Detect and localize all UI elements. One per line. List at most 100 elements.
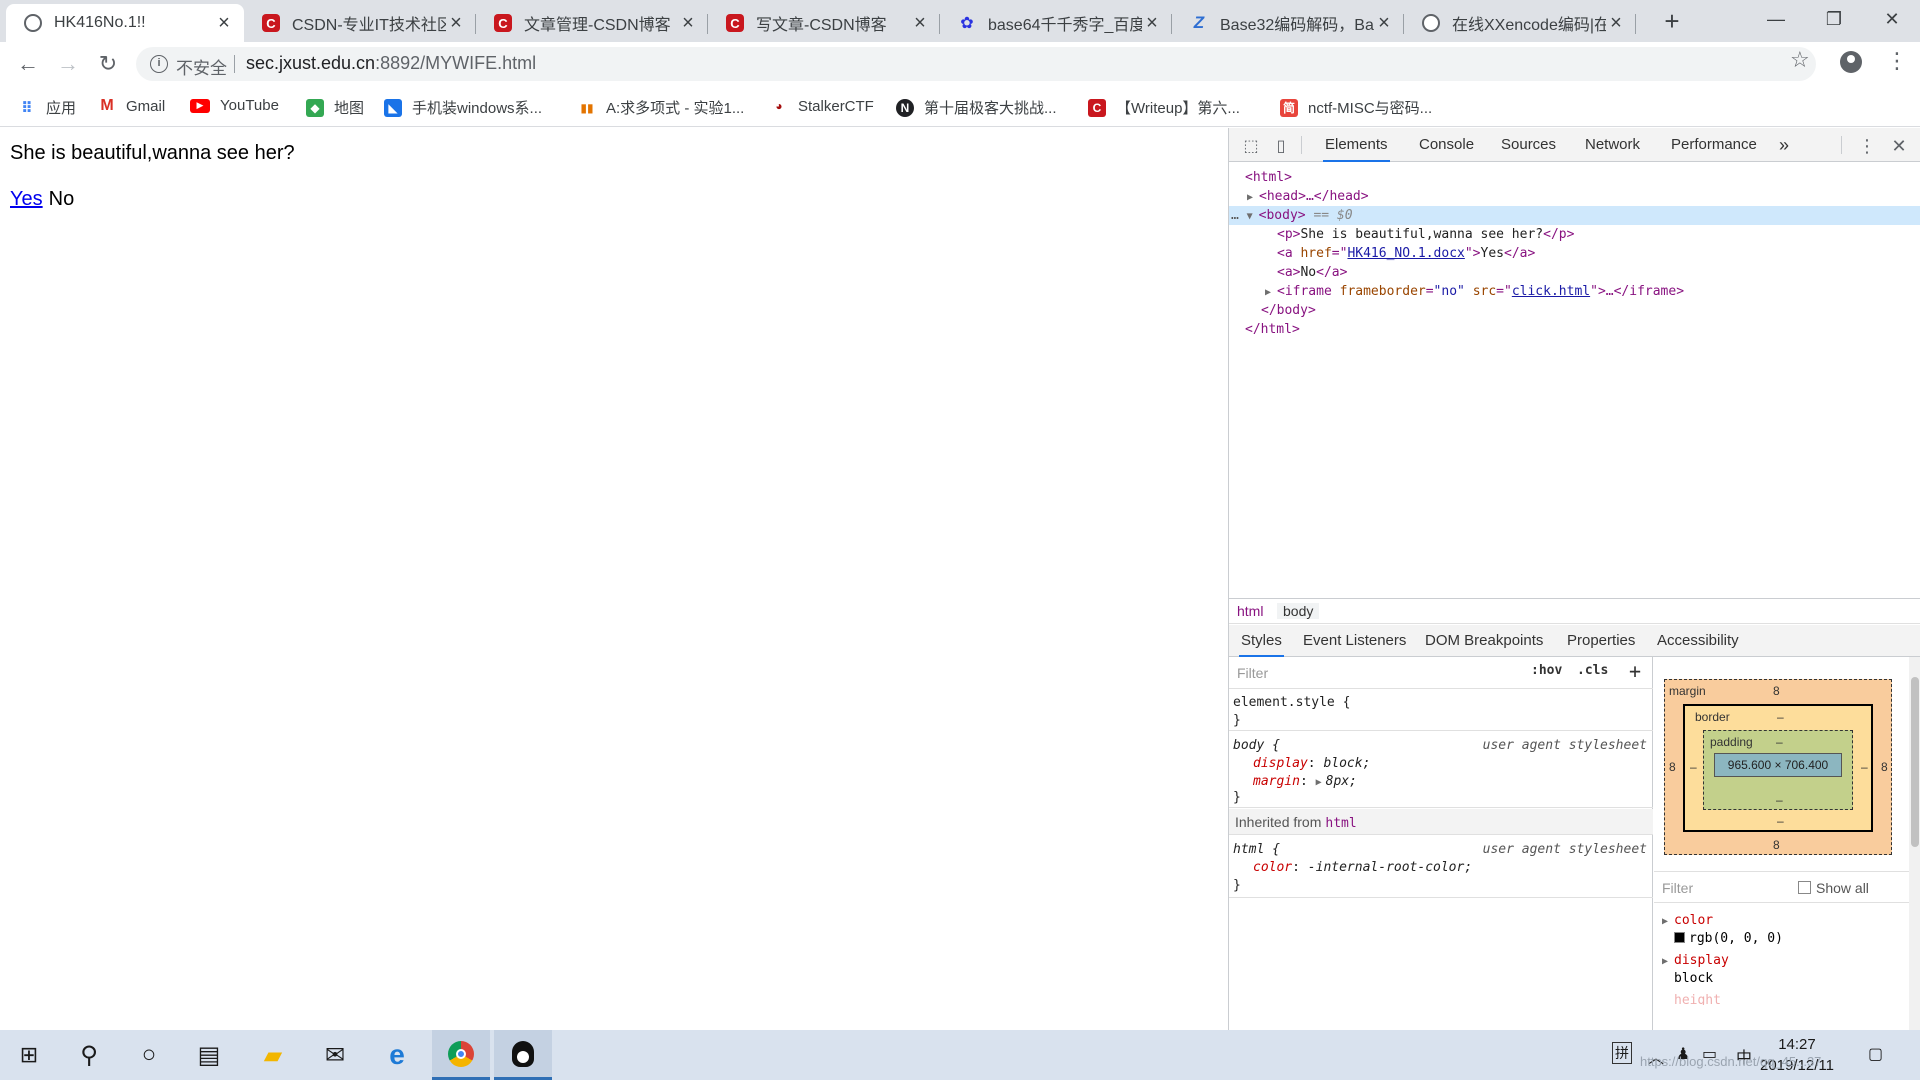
dom-node-p[interactable]: <p>She is beautiful,wanna see her?</p>: [1277, 225, 1574, 244]
computed-filter-input[interactable]: Filter: [1662, 880, 1693, 896]
tab-properties[interactable]: Properties: [1567, 625, 1635, 657]
restore-icon[interactable]: ❐: [1806, 0, 1862, 40]
mail-icon[interactable]: ✉: [308, 1030, 362, 1080]
tab-performance[interactable]: Performance: [1669, 128, 1759, 162]
breadcrumb-body[interactable]: body: [1277, 603, 1320, 619]
bookmark-star-icon[interactable]: ☆: [1790, 47, 1810, 73]
close-devtools-icon[interactable]: ✕: [1889, 136, 1909, 156]
breadcrumb-html[interactable]: html: [1237, 603, 1263, 619]
back-arrow-icon[interactable]: ←: [12, 48, 44, 80]
hov-toggle[interactable]: :hov: [1531, 663, 1562, 678]
box-model-content[interactable]: 965.600 × 706.400: [1714, 753, 1842, 777]
expand-triangle-icon[interactable]: ▶: [1247, 188, 1259, 207]
expand-triangle-icon[interactable]: ▶: [1265, 283, 1277, 302]
new-tab-button[interactable]: +: [1656, 6, 1688, 36]
bookmark-gmail[interactable]: M Gmail: [98, 97, 165, 115]
bookmark-windows-phone[interactable]: ◣ 手机装windows系...: [384, 97, 542, 118]
edge-icon[interactable]: e: [370, 1030, 424, 1080]
info-icon[interactable]: i: [150, 55, 168, 73]
computed-color[interactable]: ▶ color: [1662, 913, 1713, 928]
dom-node-body-close[interactable]: </body>: [1261, 301, 1316, 320]
uas-label[interactable]: user agent stylesheet: [1483, 738, 1647, 753]
bookmark-maps[interactable]: ◆ 地图: [306, 97, 364, 118]
expand-triangle-icon[interactable]: ▶: [1662, 916, 1674, 927]
file-explorer-icon[interactable]: ▰: [246, 1030, 300, 1080]
qq-penguin-icon[interactable]: [494, 1030, 552, 1080]
notification-icon[interactable]: ▢: [1868, 1044, 1883, 1064]
tab-network[interactable]: Network: [1583, 128, 1642, 162]
bookmark-stalkerctf[interactable]: ◕ StalkerCTF: [770, 97, 873, 115]
collapse-triangle-icon[interactable]: ▼: [1247, 207, 1259, 226]
close-tab-icon[interactable]: ×: [910, 12, 930, 35]
bookmark-writeup[interactable]: C 【Writeup】第六...: [1088, 97, 1240, 118]
minimize-icon[interactable]: —: [1748, 0, 1804, 40]
search-icon[interactable]: ⚲: [62, 1030, 116, 1080]
tab-accessibility[interactable]: Accessibility: [1657, 625, 1739, 657]
ime-grid-icon[interactable]: 拼: [1612, 1042, 1632, 1064]
href-link[interactable]: HK416_NO.1.docx: [1347, 246, 1464, 261]
tab-csdn-write[interactable]: C 写文章-CSDN博客 ×: [708, 4, 940, 42]
styles-filter-input[interactable]: Filter: [1233, 662, 1523, 684]
close-tab-icon[interactable]: ×: [678, 12, 698, 35]
tab-base32[interactable]: Z Base32编码解码，Bas ×: [1172, 4, 1404, 42]
bookmark-apps[interactable]: ⠿ 应用: [18, 97, 76, 118]
dom-node-html-close[interactable]: </html>: [1245, 320, 1300, 339]
no-link[interactable]: No: [49, 188, 75, 210]
more-tabs-icon[interactable]: »: [1777, 128, 1791, 162]
computed-scrollbar[interactable]: [1909, 657, 1920, 1030]
task-view-icon[interactable]: ▤: [182, 1030, 236, 1080]
url-text[interactable]: sec.jxust.edu.cn:8892/MYWIFE.html: [246, 53, 536, 74]
tab-hk416[interactable]: HK416No.1!! ×: [6, 4, 244, 42]
chrome-icon[interactable]: [432, 1030, 490, 1080]
address-bar[interactable]: i 不安全 sec.jxust.edu.cn:8892/MYWIFE.html: [136, 47, 1816, 81]
dom-node-head[interactable]: ▶ <head>…</head>: [1247, 187, 1369, 206]
close-tab-icon[interactable]: ×: [446, 12, 466, 35]
dom-node-iframe[interactable]: ▶ <iframe frameborder="no" src="click.htm…: [1265, 282, 1684, 301]
show-all-label[interactable]: Show all: [1816, 880, 1869, 896]
windows-start-icon[interactable]: ⊞: [2, 1030, 56, 1080]
close-tab-icon[interactable]: ×: [1374, 12, 1394, 35]
computed-display[interactable]: ▶ display: [1662, 953, 1729, 968]
dom-node-a-yes[interactable]: <a href="HK416_NO.1.docx">Yes</a>: [1277, 244, 1535, 263]
new-rule-plus-icon[interactable]: +: [1629, 659, 1641, 683]
device-toolbar-icon[interactable]: ▯: [1271, 136, 1291, 155]
inspect-element-icon[interactable]: ⬚: [1241, 136, 1261, 155]
menu-kebab-icon[interactable]: ⋮: [1886, 48, 1908, 74]
profile-avatar-icon[interactable]: [1840, 51, 1862, 73]
forward-arrow-icon[interactable]: →: [52, 48, 84, 80]
bookmark-youtube[interactable]: ▶ YouTube: [190, 97, 279, 114]
show-all-checkbox[interactable]: [1798, 881, 1811, 894]
bookmark-geek-challenge[interactable]: N 第十届极客大挑战...: [896, 97, 1057, 118]
close-tab-icon[interactable]: ×: [214, 12, 234, 35]
dom-node-a-no[interactable]: <a>No</a>: [1277, 263, 1347, 282]
tab-csdn-home[interactable]: C CSDN-专业IT技术社区 ×: [244, 4, 476, 42]
cls-toggle[interactable]: .cls: [1577, 663, 1608, 678]
inherited-tag-link[interactable]: html: [1325, 816, 1356, 831]
not-secure-label[interactable]: 不安全: [176, 54, 227, 79]
devtools-menu-icon[interactable]: ⋮: [1857, 136, 1877, 156]
tab-xxencode[interactable]: 在线XXencode编码|在 ×: [1404, 4, 1636, 42]
tab-console[interactable]: Console: [1417, 128, 1476, 162]
yes-link[interactable]: Yes: [10, 188, 43, 210]
dom-node-body[interactable]: … ▼ <body> == $0: [1231, 206, 1353, 225]
tab-event-listeners[interactable]: Event Listeners: [1303, 625, 1406, 657]
tab-baidu[interactable]: ✿ base64千千秀字_百度 ×: [940, 4, 1172, 42]
dom-node-html[interactable]: <html>: [1245, 168, 1292, 187]
tab-sources[interactable]: Sources: [1499, 128, 1558, 162]
close-tab-icon[interactable]: ×: [1606, 12, 1626, 35]
bookmark-polynomial[interactable]: ▮▮ A:求多项式 - 实验1...: [578, 97, 744, 118]
cortana-icon[interactable]: ○: [122, 1030, 176, 1080]
tab-styles[interactable]: Styles: [1239, 625, 1284, 657]
close-tab-icon[interactable]: ×: [1142, 12, 1162, 35]
color-swatch[interactable]: [1674, 932, 1685, 943]
tab-elements[interactable]: Elements: [1323, 128, 1390, 162]
bookmark-nctf[interactable]: 简 nctf-MISC与密码...: [1280, 97, 1432, 118]
tab-dom-breakpoints[interactable]: DOM Breakpoints: [1425, 625, 1543, 657]
expand-triangle-icon[interactable]: ▶: [1316, 777, 1326, 788]
uas-label[interactable]: user agent stylesheet: [1483, 842, 1647, 857]
tab-csdn-manage[interactable]: C 文章管理-CSDN博客 ×: [476, 4, 708, 42]
iframe-src-link[interactable]: click.html: [1512, 284, 1590, 299]
expand-triangle-icon[interactable]: ▶: [1662, 956, 1674, 967]
computed-height[interactable]: height: [1674, 993, 1721, 1005]
reload-icon[interactable]: ↻: [92, 48, 124, 80]
